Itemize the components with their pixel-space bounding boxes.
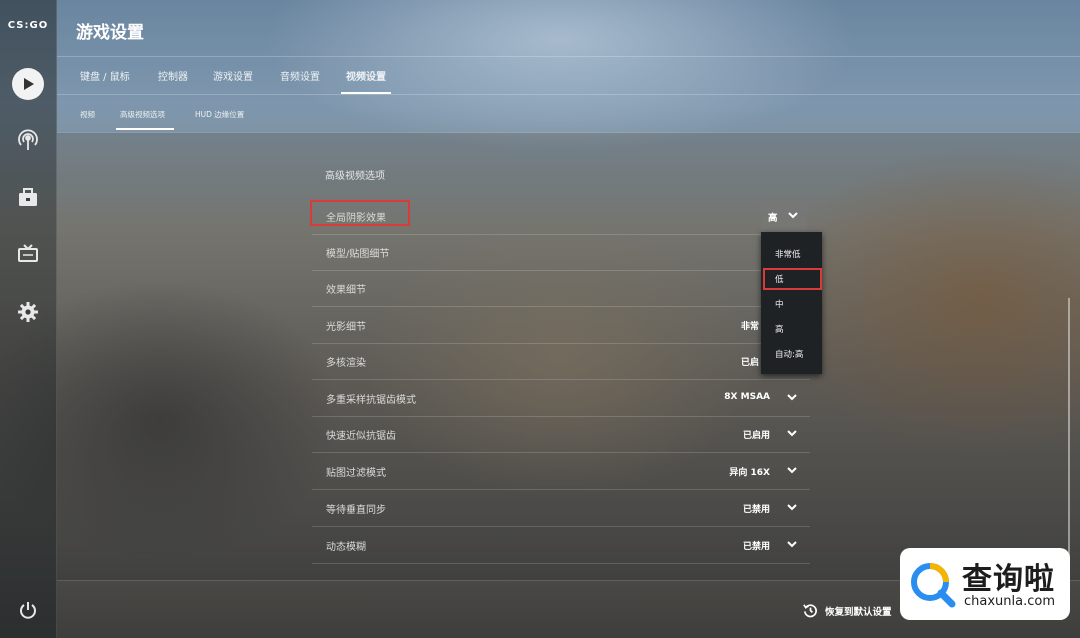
setting-label: 快速近似抗锯齿	[326, 431, 396, 442]
briefcase-icon	[19, 188, 37, 206]
setting-value: 已启用	[742, 431, 770, 441]
tab-controller[interactable]: 控制器	[158, 68, 188, 83]
setting-value: 非常	[740, 322, 759, 332]
chevron-down-icon	[788, 212, 798, 219]
tab-keyboard-mouse[interactable]: 键盘 / 鼠标	[80, 68, 130, 83]
setting-value: 已启	[740, 358, 759, 368]
gear-icon	[18, 302, 38, 322]
broadcast-icon	[18, 129, 38, 150]
setting-value: 已禁用	[742, 505, 770, 515]
setting-label: 多重采样抗锯齿模式	[326, 395, 416, 406]
restore-defaults-label: 恢复到默认设置	[825, 606, 892, 618]
main-sidebar: CS:GO	[0, 0, 57, 638]
setting-value: 异向 16X	[729, 468, 770, 478]
tab-video-settings[interactable]: 视频设置	[346, 68, 386, 83]
setting-value: 已禁用	[742, 542, 770, 552]
csgo-logo: CS:GO	[7, 20, 49, 31]
setting-row-msaa[interactable]: 多重采样抗锯齿模式 8X MSAA	[312, 380, 810, 417]
chevron-down-icon	[787, 541, 797, 548]
tab-game-settings[interactable]: 游戏设置	[213, 68, 253, 83]
chevron-down-icon	[787, 504, 797, 511]
select-current-value: 高	[768, 213, 778, 224]
page-title: 游戏设置	[76, 23, 144, 43]
watermark: 查询啦 chaxunla.com	[900, 548, 1070, 620]
play-button[interactable]	[0, 64, 56, 104]
subtab-video[interactable]: 视频	[80, 109, 95, 120]
shadow-quality-dropdown: 非常低 低 中 高 自动:高	[761, 232, 822, 374]
content-scrollbar[interactable]	[1068, 298, 1070, 578]
setting-row-vsync[interactable]: 等待垂直同步 已禁用	[312, 490, 810, 527]
restore-defaults-button[interactable]: 恢复到默认设置	[802, 602, 892, 619]
dropdown-option-very-low[interactable]: 非常低	[775, 248, 801, 260]
header-divider	[57, 56, 1080, 57]
play-icon	[12, 68, 44, 100]
setting-row-fxaa[interactable]: 快速近似抗锯齿 已启用	[312, 416, 810, 453]
setting-row-multicore[interactable]: 多核渲染 已启	[312, 343, 810, 380]
setting-label: 光影细节	[326, 322, 366, 333]
active-subtab-indicator	[116, 128, 174, 130]
dropdown-option-auto-high[interactable]: 自动:高	[775, 348, 803, 360]
watch-button[interactable]	[0, 234, 56, 274]
setting-label: 等待垂直同步	[326, 505, 386, 516]
option-highlight-box	[763, 268, 822, 290]
setting-row-shader-detail[interactable]: 光影细节 非常	[312, 307, 810, 344]
subtab-hud-edge[interactable]: HUD 边缘位置	[195, 109, 244, 120]
setting-row-model-texture[interactable]: 模型/贴图细节	[312, 234, 810, 271]
inventory-button[interactable]	[0, 178, 56, 218]
power-icon	[20, 602, 36, 619]
setting-label: 模型/贴图细节	[326, 249, 390, 260]
watermark-title: 查询啦	[962, 562, 1055, 597]
power-button[interactable]	[0, 590, 56, 630]
chevron-down-icon	[787, 394, 797, 401]
section-title: 高级视频选项	[325, 171, 385, 182]
setting-label: 贴图过滤模式	[326, 468, 386, 479]
label-highlight-box	[310, 200, 410, 226]
setting-label: 动态模糊	[326, 542, 366, 553]
setting-value: 8X MSAA	[724, 392, 770, 402]
chevron-down-icon	[787, 430, 797, 437]
setting-row-texture-filter[interactable]: 贴图过滤模式 异向 16X	[312, 453, 810, 490]
dropdown-option-medium[interactable]: 中	[775, 298, 784, 310]
chevron-down-icon	[787, 467, 797, 474]
tabs-divider	[57, 94, 1080, 95]
setting-label: 多核渲染	[326, 358, 366, 369]
restore-icon	[803, 604, 817, 618]
settings-button[interactable]	[0, 292, 56, 332]
shadow-quality-select[interactable]: 高	[761, 200, 807, 232]
setting-row-effect-detail[interactable]: 效果细节	[312, 270, 810, 307]
subtab-advanced-video[interactable]: 高级视频选项	[120, 109, 165, 120]
watermark-url: chaxunla.com	[964, 594, 1055, 609]
broadcast-button[interactable]	[0, 120, 56, 160]
setting-row-motion-blur[interactable]: 动态模糊 已禁用	[312, 527, 810, 564]
dropdown-option-high[interactable]: 高	[775, 323, 784, 335]
tv-icon	[18, 244, 38, 262]
tab-audio-settings[interactable]: 音频设置	[280, 68, 320, 83]
search-logo-icon	[911, 563, 956, 608]
setting-label: 效果细节	[326, 285, 366, 296]
